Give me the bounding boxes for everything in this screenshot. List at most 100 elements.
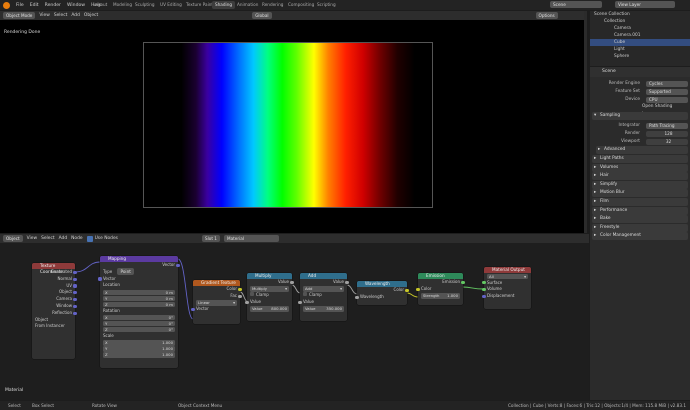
location-y[interactable]: Y0 m [103, 295, 175, 302]
multiply-output-value[interactable]: Value [247, 279, 294, 286]
mapping-input-vector[interactable]: Vector [98, 276, 178, 283]
emission-input-color[interactable]: Color [416, 286, 463, 293]
multiply-value-field[interactable]: Value 800.000 [250, 306, 289, 312]
outliner-item-light[interactable]: Light [590, 46, 690, 53]
node-math-multiply[interactable]: Multiply Value Multiply ▾ Clamp Value Val… [245, 273, 294, 321]
mapping-type[interactable]: Type Point [100, 267, 178, 276]
output-target-dropdown[interactable]: All ▾ [487, 273, 528, 279]
node-wavelength[interactable]: Wavelength Color Wavelength [355, 281, 409, 305]
panel-motion-blur[interactable]: Motion Blur [592, 189, 688, 198]
gradient-output-color[interactable]: Color [193, 286, 242, 293]
node-menu-add[interactable]: Add [59, 236, 68, 241]
emission-strength-field[interactable]: Strength 1.000 [421, 293, 460, 299]
node-menu-node[interactable]: Node [71, 236, 82, 241]
osl-checkbox[interactable]: Open Shading Language [590, 103, 690, 117]
viewport-menu-view[interactable]: View [39, 13, 49, 18]
multiply-clamp-checkbox[interactable]: Clamp [247, 292, 292, 299]
rotation-x[interactable]: X 0° [103, 314, 175, 321]
menu-window[interactable]: Window [67, 3, 85, 8]
output-window[interactable]: Window [32, 303, 77, 310]
rotation-y[interactable]: Y 0° [103, 320, 175, 327]
node-emission[interactable]: Emission Emission Color Strength 1.000 [416, 273, 465, 305]
node-math-add[interactable]: Add Value Add ▾ Clamp Value Value 350.000 [298, 273, 349, 321]
add-operation-dropdown[interactable]: Add ▾ [303, 286, 344, 292]
output-uv[interactable]: UV [32, 283, 77, 290]
node-material-output[interactable]: Material Output All ▾ Surface Volume Disp… [482, 267, 531, 309]
material-selector[interactable]: Material [223, 235, 279, 242]
emission-output[interactable]: Emission [418, 279, 465, 286]
output-generated[interactable]: Generated [32, 269, 77, 276]
add-input-value[interactable]: Value [298, 299, 347, 306]
editor-type-dropdown[interactable]: Object [3, 235, 23, 242]
location-x[interactable]: X0 m [103, 289, 175, 296]
menu-file[interactable]: File [16, 3, 24, 8]
render-engine-dropdown[interactable]: Cycles [646, 81, 688, 87]
multiply-operation-dropdown[interactable]: Multiply ▾ [250, 286, 289, 292]
panel-freestyle[interactable]: Freestyle [592, 223, 688, 232]
output-camera[interactable]: Camera [32, 296, 77, 303]
panel-simplify[interactable]: Simplify [592, 180, 688, 189]
panel-bake[interactable]: Bake [592, 215, 688, 224]
node-canvas[interactable]: Texture Coordinate Generated Normal UV O… [0, 243, 589, 400]
add-clamp-checkbox[interactable]: Clamp [300, 292, 347, 299]
output-input-volume[interactable]: Volume [482, 286, 531, 293]
render-samples-field[interactable]: 128 [646, 131, 688, 138]
blender-logo-icon[interactable] [3, 1, 10, 9]
panel-performance[interactable]: Performance [592, 206, 688, 215]
gradient-input-vector[interactable]: Vector [191, 306, 240, 313]
view-layer-selector[interactable]: View Layer [615, 1, 675, 8]
panel-hair[interactable]: Hair [592, 172, 688, 181]
from-instancer-checkbox[interactable]: From Instancer [32, 323, 75, 330]
scale-x[interactable]: X 1.000 [103, 340, 175, 346]
add-value-field[interactable]: Value 350.000 [303, 306, 344, 312]
output-input-displacement[interactable]: Displacement [482, 293, 531, 300]
tab-animation[interactable]: Animation [234, 1, 261, 9]
scene-selector[interactable]: Scene [550, 1, 602, 8]
outliner-scene-collection[interactable]: Scene Collection [590, 11, 690, 18]
add-output-value[interactable]: Value [300, 279, 349, 286]
panel-film[interactable]: Film [592, 197, 688, 206]
menu-render[interactable]: Render [45, 3, 61, 8]
scale-y[interactable]: Y 1.000 [103, 346, 175, 352]
panel-sampling[interactable]: Sampling [592, 111, 688, 120]
tab-compositing[interactable]: Compositing [285, 1, 317, 9]
transform-orientation-dropdown[interactable]: Global [252, 12, 272, 19]
outliner-item-cube[interactable]: Cube [590, 39, 690, 46]
tab-shading[interactable]: Shading [212, 1, 236, 9]
output-input-surface[interactable]: Surface [482, 280, 531, 287]
tab-rendering[interactable]: Rendering [259, 1, 286, 9]
gradient-output-fac[interactable]: Fac [193, 293, 242, 300]
tab-uv-editing[interactable]: UV Editing [157, 1, 185, 9]
render-viewport[interactable]: Rendering Done [0, 20, 584, 233]
feature-set-dropdown[interactable]: Supported [646, 88, 688, 95]
panel-color-management[interactable]: Color Management [592, 232, 688, 241]
node-mapping[interactable]: Mapping Vector Type Point Vector Locatio… [98, 256, 180, 368]
rotation-z[interactable]: Z 0° [103, 326, 175, 333]
use-nodes-checkbox[interactable] [86, 235, 93, 242]
node-gradient-texture[interactable]: Gradient Texture Color Fac Linear ▾ Vecto… [191, 280, 242, 324]
viewport-menu-add[interactable]: Add [71, 13, 80, 18]
viewport-menu-select[interactable]: Select [54, 13, 68, 18]
tab-sculpting[interactable]: Sculpting [132, 1, 158, 9]
panel-volumes[interactable]: Volumes [592, 163, 688, 172]
multiply-input-value[interactable]: Value [245, 299, 292, 306]
output-normal[interactable]: Normal [32, 276, 77, 283]
integrator-dropdown[interactable]: Path Tracing [646, 123, 688, 130]
panel-advanced[interactable]: Advanced [596, 146, 688, 155]
node-menu-view[interactable]: View [27, 236, 37, 241]
outliner-item-camera-001[interactable]: Camera.001 [590, 32, 690, 39]
outliner-item-camera[interactable]: Camera [590, 25, 690, 32]
device-dropdown[interactable]: CPU [646, 96, 688, 103]
wavelength-output-color[interactable]: Color [357, 287, 409, 294]
node-menu-select[interactable]: Select [41, 236, 55, 241]
wavelength-input[interactable]: Wavelength [355, 294, 407, 301]
panel-light-paths[interactable]: Light Paths [592, 154, 688, 163]
tab-layout[interactable]: Layout [90, 1, 110, 9]
node-texture-coordinate[interactable]: Texture Coordinate Generated Normal UV O… [32, 263, 77, 359]
gradient-type-dropdown[interactable]: Linear ▾ [196, 300, 237, 306]
mapping-output-vector[interactable]: Vector [100, 262, 180, 269]
tab-scripting[interactable]: Scripting [314, 1, 339, 9]
viewport-samples-field[interactable]: 32 [646, 138, 688, 145]
outliner-item-sphere[interactable]: Sphere [590, 53, 690, 60]
viewport-menu-object[interactable]: Object [84, 13, 98, 18]
